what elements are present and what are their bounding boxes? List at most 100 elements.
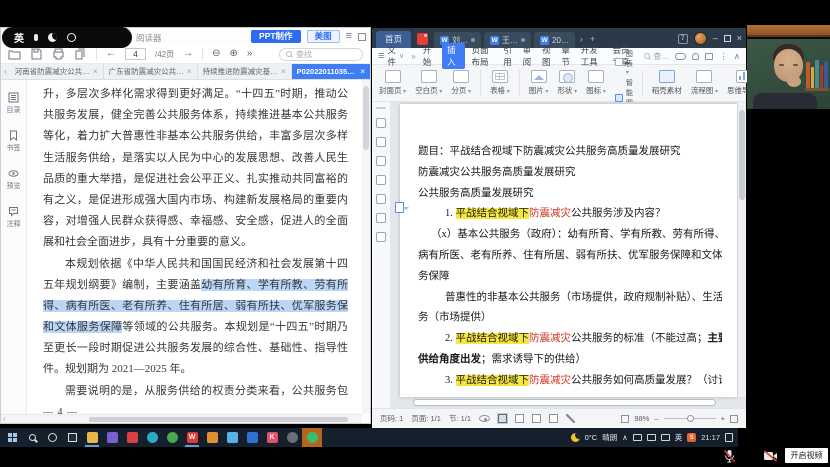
weather-moon-icon[interactable] bbox=[571, 433, 580, 442]
taskbar-app-app-blue[interactable] bbox=[242, 428, 262, 447]
next-page-icon[interactable]: → bbox=[183, 49, 193, 59]
touch-keyboard-icon[interactable] bbox=[633, 434, 642, 441]
menu-view[interactable]: 视图 bbox=[542, 44, 554, 68]
pdf-tab-henan[interactable]: 河南省防震减灾公共服务… × bbox=[10, 64, 104, 79]
pdf-search-box[interactable] bbox=[279, 48, 363, 61]
menu-overflow-icon[interactable]: » bbox=[411, 51, 416, 61]
wps-page[interactable]: 题目：平战结合视域下防震减灾公共服务高质量发展研究防震减灾公共服务高质量发展研究… bbox=[400, 104, 737, 397]
fullscreen-icon[interactable] bbox=[730, 415, 738, 423]
search-input[interactable] bbox=[296, 50, 356, 59]
menu-page-layout[interactable]: 页面布局 bbox=[472, 44, 497, 68]
tab-scroll-right-icon[interactable]: › bbox=[580, 35, 583, 44]
pdf-tab-chixu[interactable]: 持续推进防震减灾基本公共… × bbox=[198, 64, 292, 79]
pdf-tab-guangdong[interactable]: 广东省防震减灾公共服务… × bbox=[104, 64, 198, 79]
rail-tool-icon-2[interactable] bbox=[376, 137, 386, 147]
taskbar-app-app-purple[interactable] bbox=[102, 428, 122, 447]
taskbar-app-app-colors[interactable] bbox=[222, 428, 242, 447]
user-icon[interactable] bbox=[692, 53, 699, 60]
zoom-in-icon[interactable]: + bbox=[721, 414, 725, 423]
ribbon-blank-page[interactable]: 空白页 bbox=[415, 70, 442, 96]
zoom-slider-knob[interactable] bbox=[687, 415, 694, 422]
taskbar-app-meeting-app[interactable] bbox=[302, 428, 322, 447]
ime-lang-indicator[interactable]: 英 bbox=[675, 432, 683, 443]
taskbar-app-task-view[interactable] bbox=[62, 428, 82, 447]
sogou-ime-icon[interactable]: S bbox=[687, 433, 696, 442]
ribbon-picture[interactable]: 图片 bbox=[529, 70, 549, 96]
eye-protect-icon[interactable] bbox=[479, 415, 490, 422]
close-icon[interactable]: × bbox=[281, 67, 286, 76]
ribbon-table[interactable]: 表格 bbox=[490, 70, 510, 96]
more-tools-icon[interactable]: » bbox=[247, 49, 253, 59]
rail-tool-icon-6[interactable] bbox=[376, 213, 386, 223]
pdf-tab-active-plan[interactable]: P02022011035704… × bbox=[292, 64, 370, 79]
zoom-slider[interactable] bbox=[664, 418, 716, 419]
taskbar-app-app-green[interactable] bbox=[162, 428, 182, 447]
weather-temp[interactable]: 0°C bbox=[585, 433, 598, 442]
start-video-button[interactable]: 开启视频 bbox=[785, 448, 828, 463]
tray-expand-icon[interactable]: ∧ bbox=[622, 433, 628, 442]
sidebar-item-bookmark[interactable]: 书签 bbox=[7, 130, 21, 153]
network-icon[interactable] bbox=[661, 434, 670, 441]
taskbar-app-cortana[interactable] bbox=[42, 428, 62, 447]
fit-page-icon[interactable] bbox=[621, 415, 629, 423]
speaker-icon[interactable] bbox=[647, 434, 656, 441]
taskbar-app-app-stripes[interactable] bbox=[202, 428, 222, 447]
ink-pen-icon[interactable] bbox=[566, 414, 575, 423]
scroll-left-icon[interactable]: ‹ bbox=[3, 415, 5, 424]
ribbon-icon-library[interactable]: 图标 bbox=[586, 70, 606, 96]
new-tab-icon[interactable]: + bbox=[590, 35, 595, 44]
window-count-badge[interactable]: 7 bbox=[678, 34, 688, 44]
save-icon[interactable] bbox=[30, 48, 43, 60]
clock[interactable]: 21:17 bbox=[701, 433, 720, 442]
menu-review[interactable]: 审阅 bbox=[523, 44, 535, 68]
red-doc-tab-icon[interactable] bbox=[417, 33, 428, 45]
notification-center-icon[interactable] bbox=[725, 433, 733, 442]
close-icon[interactable]: × bbox=[93, 67, 98, 76]
rail-tool-icon-1[interactable] bbox=[376, 118, 386, 128]
zoom-level[interactable]: 98% bbox=[634, 414, 649, 423]
file-menu[interactable]: ≡ 文件 ∨ bbox=[378, 44, 404, 68]
close-icon[interactable]: × bbox=[737, 34, 742, 43]
camera-off-icon[interactable] bbox=[763, 450, 778, 462]
menu-start[interactable]: 开始 bbox=[423, 44, 435, 68]
ime-status-pill[interactable]: 英 bbox=[2, 27, 132, 48]
pdf-vertical-scrollbar[interactable] bbox=[362, 80, 370, 414]
taskbar-app-app-red[interactable] bbox=[122, 428, 142, 447]
taskbar-app-app-k[interactable]: K bbox=[262, 428, 282, 447]
minimize-icon[interactable]: – bbox=[713, 34, 718, 43]
command-search[interactable]: 查… bbox=[644, 51, 669, 62]
ribbon-page-break[interactable]: 分页 bbox=[451, 70, 471, 96]
close-icon[interactable]: × bbox=[187, 67, 192, 76]
close-icon[interactable]: × bbox=[360, 67, 365, 76]
avatar[interactable] bbox=[694, 32, 707, 45]
margin-comment-icon[interactable] bbox=[395, 202, 404, 213]
collapse-ribbon-icon[interactable]: ∧ bbox=[734, 51, 740, 62]
ribbon-flowchart[interactable]: 流程图 bbox=[691, 70, 718, 96]
wps-vertical-scrollbar[interactable] bbox=[738, 102, 746, 397]
meitu-button[interactable]: 美图 bbox=[307, 30, 340, 43]
zoom-out-icon[interactable]: – bbox=[654, 414, 658, 423]
page-number-input[interactable] bbox=[125, 48, 146, 60]
wps-horizontal-scrollbar[interactable] bbox=[413, 399, 716, 406]
weather-desc[interactable]: 晴朗 bbox=[602, 432, 617, 443]
view-outline-icon[interactable] bbox=[515, 414, 524, 423]
menu-section[interactable]: 章节 bbox=[561, 44, 573, 68]
restore-icon[interactable] bbox=[724, 35, 731, 42]
taskbar-app-wps-writer[interactable]: W bbox=[182, 428, 202, 447]
taskbar-app-search[interactable] bbox=[22, 428, 42, 447]
mic-muted-icon[interactable] bbox=[723, 449, 736, 463]
ppt-make-button[interactable]: PPT制作 bbox=[251, 30, 301, 43]
ribbon-daoke-material[interactable]: 稻壳素材 bbox=[652, 70, 682, 96]
taskbar-app-edge-browser[interactable] bbox=[142, 428, 162, 447]
print-icon[interactable] bbox=[52, 48, 65, 60]
ribbon-shape[interactable]: 形状 bbox=[557, 70, 577, 96]
view-web-icon[interactable] bbox=[532, 414, 541, 423]
prev-page-icon[interactable]: ← bbox=[106, 49, 116, 59]
tab-scroll-left-icon[interactable]: ‹ bbox=[1, 64, 10, 79]
taskbar-app-app-dark[interactable] bbox=[282, 428, 302, 447]
zoom-out-icon[interactable]: ⊖ bbox=[212, 49, 220, 59]
maximize-icon[interactable] bbox=[358, 33, 366, 41]
taskbar-app-start[interactable] bbox=[2, 428, 22, 447]
view-focus-icon[interactable] bbox=[549, 414, 558, 423]
ribbon-chart[interactable]: 图表 bbox=[615, 49, 633, 76]
